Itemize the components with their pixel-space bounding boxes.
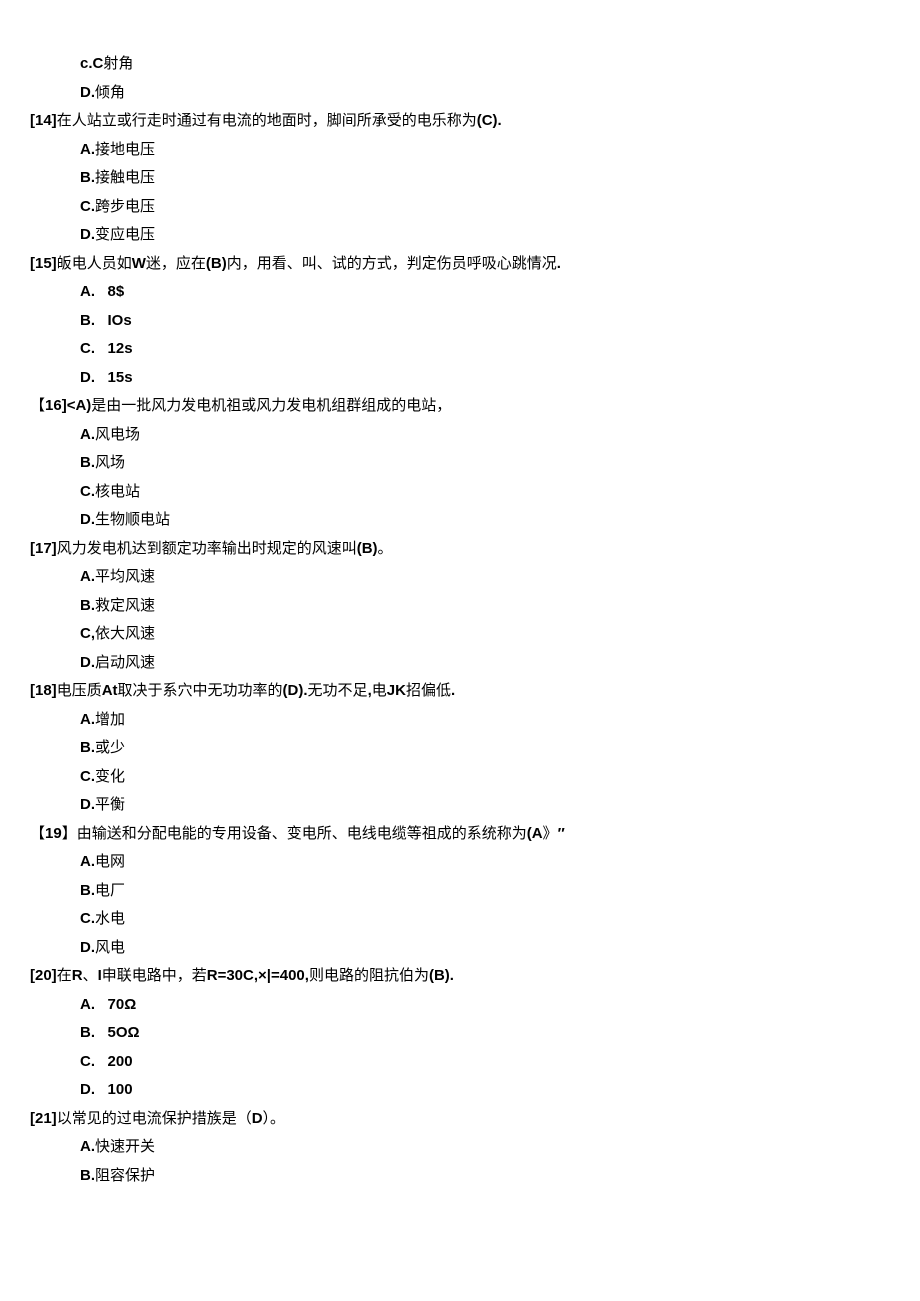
question-stem: [15]皈电人员如W迷，应在(B)内，用看、叫、试的方式，判定伤员呼吸心跳情况. <box>30 250 890 279</box>
question-stem: [17]风力发电机达到额定功率输出时规定的风速叫(B)。 <box>30 535 890 564</box>
answer-option: D.倾角 <box>30 79 890 108</box>
answer-option: C.核电站 <box>30 478 890 507</box>
document-body: c.C射角D.倾角[14]在人站立或行走时通过有电流的地面时，脚间所承受的电乐称… <box>30 50 890 1190</box>
answer-option: D.风电 <box>30 934 890 963</box>
answer-option: D.生物顺电站 <box>30 506 890 535</box>
answer-option: B. IOs <box>30 307 890 336</box>
answer-option: D.平衡 <box>30 791 890 820</box>
answer-option: C.水电 <box>30 905 890 934</box>
answer-option: B.接触电压 <box>30 164 890 193</box>
answer-option: C. 12s <box>30 335 890 364</box>
answer-option: B. 5OΩ <box>30 1019 890 1048</box>
answer-option: B.风场 <box>30 449 890 478</box>
answer-option: A. 8$ <box>30 278 890 307</box>
question-stem: 【16]<A)是由一批风力发电机祖或风力发电机组群组成的电站， <box>30 392 890 421</box>
answer-option: A.快速开关 <box>30 1133 890 1162</box>
answer-option: A.平均风速 <box>30 563 890 592</box>
question-stem: [20]在R、I申联电路中，若R=30C,×|=400,则电路的阻抗伯为(B). <box>30 962 890 991</box>
answer-option: D. 15s <box>30 364 890 393</box>
answer-option: A.接地电压 <box>30 136 890 165</box>
answer-option: D. 100 <box>30 1076 890 1105</box>
answer-option: D.启动风速 <box>30 649 890 678</box>
answer-option: D.变应电压 <box>30 221 890 250</box>
answer-option: A. 70Ω <box>30 991 890 1020</box>
question-stem: [18]电压质At取决于系穴中无功功率的(D).无功不足,电JK招偏低. <box>30 677 890 706</box>
answer-option: C,依大风速 <box>30 620 890 649</box>
answer-option: B.阻容保护 <box>30 1162 890 1191</box>
question-stem: 【19】由输送和分配电能的专用设备、变电所、电线电缆等祖成的系统称为(A》″ <box>30 820 890 849</box>
answer-option: A.电网 <box>30 848 890 877</box>
answer-option: B.救定风速 <box>30 592 890 621</box>
answer-option: C.跨步电压 <box>30 193 890 222</box>
answer-option: C.变化 <box>30 763 890 792</box>
answer-option: B.或少 <box>30 734 890 763</box>
answer-option: A.风电场 <box>30 421 890 450</box>
answer-option: B.电厂 <box>30 877 890 906</box>
answer-option: c.C射角 <box>30 50 890 79</box>
answer-option: C. 200 <box>30 1048 890 1077</box>
answer-option: A.增加 <box>30 706 890 735</box>
question-stem: [21]以常见的过电流保护措族是（D）。 <box>30 1105 890 1134</box>
question-stem: [14]在人站立或行走时通过有电流的地面时，脚间所承受的电乐称为(C). <box>30 107 890 136</box>
